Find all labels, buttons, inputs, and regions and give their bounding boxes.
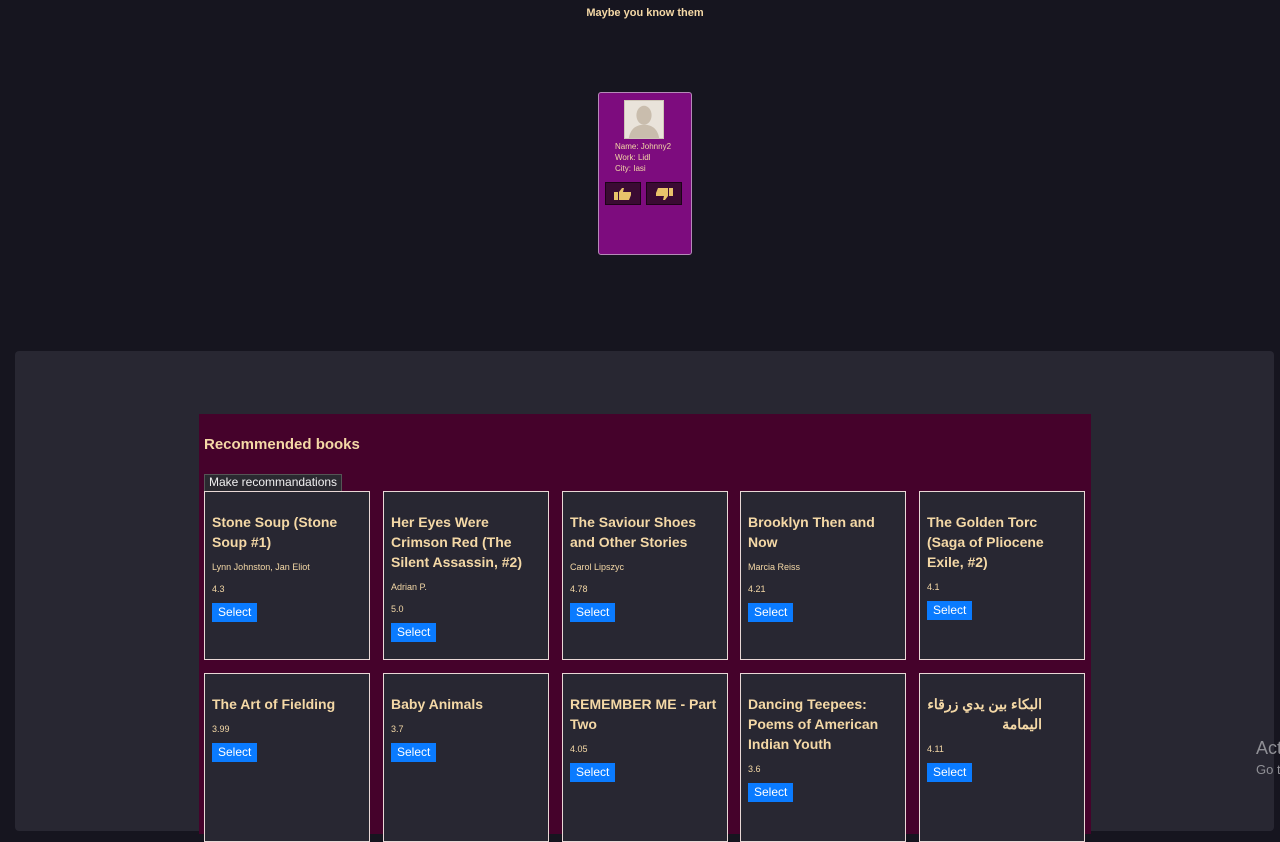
book-title: Dancing Teepees: Poems of American India…: [748, 696, 879, 752]
person-name: Name: Johnny2: [615, 142, 672, 151]
watermark-line1: Act: [1256, 738, 1280, 758]
book-rating: 4.78: [570, 584, 588, 594]
like-button[interactable]: [605, 182, 641, 205]
book-author: Lynn Johnston, Jan Eliot: [212, 562, 310, 572]
select-button[interactable]: Select: [391, 743, 437, 762]
book-author: Carol Lipszyc: [570, 562, 625, 572]
select-button[interactable]: Select: [212, 603, 258, 622]
select-button[interactable]: Select: [570, 763, 616, 782]
book-title: REMEMBER ME - Part Two: [570, 696, 717, 732]
book-rating: 4.1: [927, 582, 940, 592]
recommended-books-title: Recommended books: [204, 436, 360, 453]
book-title: Stone Soup (Stone Soup #1): [212, 514, 338, 550]
book-rating: 4.05: [570, 744, 588, 754]
avatar: [624, 100, 664, 139]
person-city: City: Iasi: [615, 164, 646, 173]
book-rating: 4.11: [927, 744, 944, 754]
select-button[interactable]: Select: [212, 743, 258, 762]
book-rating: 3.99: [212, 724, 230, 734]
book-title: Her Eyes Were Crimson Red (The Silent As…: [391, 514, 522, 570]
book-rating: 5.0: [391, 604, 404, 614]
book-title: The Saviour Shoes and Other Stories: [570, 514, 697, 550]
person-info: Name: Johnny2 Work: Lidl City: Iasi: [615, 141, 671, 174]
select-button[interactable]: Select: [748, 783, 794, 802]
person-card: Name: Johnny2 Work: Lidl City: Iasi: [598, 92, 692, 255]
book-card: REMEMBER ME - Part Two 4.05 Select: [562, 673, 728, 842]
book-title: Baby Animals: [391, 696, 484, 712]
dislike-button[interactable]: [646, 182, 682, 205]
book-rating: 4.21: [748, 584, 766, 594]
book-card: Dancing Teepees: Poems of American India…: [740, 673, 906, 842]
book-author: Adrian P.: [391, 582, 427, 592]
thumbs-up-icon: [614, 187, 631, 200]
book-card: The Golden Torc (Saga of Pliocene Exile,…: [919, 491, 1085, 660]
select-button[interactable]: Select: [391, 623, 437, 642]
watermark-line2: Go t: [1256, 762, 1280, 777]
make-recommendations-button[interactable]: Make recommandations: [204, 474, 343, 491]
book-card: The Saviour Shoes and Other Stories Caro…: [562, 491, 728, 660]
book-card: Her Eyes Were Crimson Red (The Silent As…: [383, 491, 549, 660]
select-button[interactable]: Select: [927, 601, 973, 620]
people-section-heading: Maybe you know them: [586, 7, 704, 19]
person-work: Work: Lidl: [615, 153, 651, 162]
select-button[interactable]: Select: [927, 763, 973, 782]
book-author: Marcia Reiss: [748, 562, 801, 572]
book-title: Brooklyn Then and Now: [748, 514, 875, 550]
book-title: البكاء بين يدي زرقاء اليمامة: [927, 696, 1042, 732]
book-rating: 3.6: [748, 764, 761, 774]
book-card: البكاء بين يدي زرقاء اليمامة 4.11 Select: [919, 673, 1085, 842]
book-card: The Art of Fielding 3.99 Select: [204, 673, 370, 842]
book-card: Baby Animals 3.7 Select: [383, 673, 549, 842]
book-rating: 3.7: [391, 724, 404, 734]
book-card: Stone Soup (Stone Soup #1) Lynn Johnston…: [204, 491, 370, 660]
thumbs-down-icon: [656, 187, 673, 200]
book-title: The Art of Fielding: [212, 696, 336, 712]
book-title: The Golden Torc (Saga of Pliocene Exile,…: [927, 514, 1044, 570]
select-button[interactable]: Select: [570, 603, 616, 622]
select-button[interactable]: Select: [748, 603, 794, 622]
book-card: Brooklyn Then and Now Marcia Reiss 4.21 …: [740, 491, 906, 660]
default-user-icon: [625, 101, 663, 138]
activation-watermark: Act Go t: [1256, 738, 1280, 780]
recommended-books-section: Recommended books Make recommandations S…: [199, 414, 1091, 842]
book-rating: 4.3: [212, 584, 225, 594]
